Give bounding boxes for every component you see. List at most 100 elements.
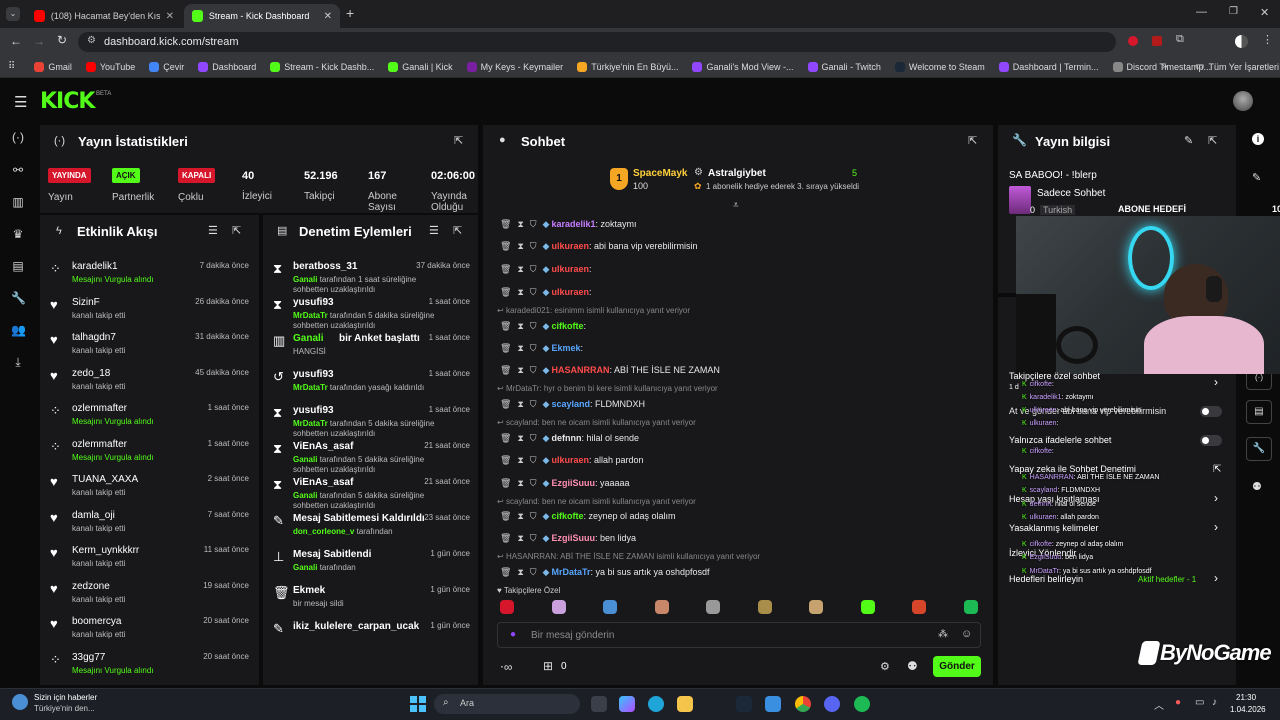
emote-icon[interactable]: [654, 600, 669, 614]
tab-youtube[interactable]: (108) Hacamat Bey'den Kıssadan ✕: [26, 4, 182, 28]
delete-icon[interactable]: 🗑: [500, 399, 511, 409]
bookmark-item[interactable]: My Keys - Keymailer: [460, 61, 571, 72]
trophy-icon[interactable]: ♛: [11, 227, 25, 241]
popout-icon[interactable]: ⇱: [1208, 134, 1217, 147]
link-icon[interactable]: ⚯: [11, 163, 25, 177]
chat-username[interactable]: scayland: [551, 399, 590, 409]
bookmark-item[interactable]: YouTube: [79, 61, 142, 72]
bookmark-item[interactable]: Gmail: [27, 61, 79, 72]
emote-icon[interactable]: [706, 600, 720, 614]
emote-only-setting[interactable]: Yalnızca ifadelerle sohbet: [1009, 435, 1111, 445]
timeout-icon[interactable]: ⧗: [517, 433, 523, 443]
bookmark-item[interactable]: Dashboard | Termin...: [992, 61, 1106, 72]
emote-icon[interactable]: [603, 600, 617, 614]
timeout-icon[interactable]: ⧗: [517, 241, 523, 251]
mic-tray-icon[interactable]: ●: [1175, 697, 1181, 708]
timeout-icon[interactable]: ⧗: [517, 478, 523, 488]
delete-icon[interactable]: 🗑: [500, 264, 511, 274]
timeout-icon[interactable]: ⧗: [517, 365, 523, 375]
bookmark-item[interactable]: Ganali's Mod View -...: [685, 61, 800, 72]
emote-icon[interactable]: [963, 600, 978, 614]
reload-icon[interactable]: ↻: [57, 33, 67, 47]
close-tab-icon[interactable]: ✕: [166, 11, 174, 22]
ban-icon[interactable]: ⛉: [530, 433, 537, 443]
delete-icon[interactable]: 🗑: [500, 321, 511, 331]
timeout-icon[interactable]: ⧗: [517, 511, 523, 521]
followers-chat-setting[interactable]: Takipçilere özel sohbet: [1009, 371, 1100, 381]
new-tab-button[interactable]: +: [346, 5, 354, 21]
minimize-icon[interactable]: —: [1196, 6, 1207, 18]
analytics-icon[interactable]: ▥: [11, 195, 25, 209]
device-rail-icon[interactable]: ▤: [1246, 400, 1272, 424]
start-button[interactable]: [410, 696, 426, 712]
ban-icon[interactable]: ⛉: [530, 241, 537, 251]
filter-icon[interactable]: ☰: [429, 224, 439, 237]
chat-username[interactable]: cifkofte: [551, 321, 583, 331]
chat-username[interactable]: ulkuraen: [551, 241, 589, 251]
edge-icon[interactable]: [648, 696, 664, 712]
tool-rail-icon[interactable]: 🔧: [1246, 437, 1272, 461]
community-icon[interactable]: 👥: [11, 323, 26, 337]
bookmark-item[interactable]: Welcome to Steam: [888, 61, 992, 72]
explorer-icon[interactable]: [677, 696, 693, 712]
delete-icon[interactable]: 🗑: [500, 287, 511, 297]
ban-icon[interactable]: ⛉: [530, 399, 537, 409]
ban-icon[interactable]: ⛉: [530, 343, 537, 353]
puzzle-icon[interactable]: ⧉: [1176, 33, 1184, 46]
bookmark-item[interactable]: Stream - Kick Dashb...: [263, 61, 381, 72]
delete-icon[interactable]: 🗑: [500, 511, 511, 521]
emote-icon[interactable]: [757, 600, 772, 614]
task-view-icon[interactable]: [591, 696, 607, 712]
delete-icon[interactable]: 🗑: [500, 455, 511, 465]
network-icon[interactable]: ▭: [1195, 697, 1204, 708]
gift-box-icon[interactable]: ⊞: [543, 659, 553, 673]
restore-icon[interactable]: ❐: [1229, 6, 1238, 17]
bookmark-item[interactable]: Çevir: [142, 61, 191, 72]
user-avatar[interactable]: [1233, 91, 1253, 111]
emote-icon[interactable]: [551, 600, 566, 614]
timeout-icon[interactable]: ⧗: [517, 343, 523, 353]
timeout-icon[interactable]: ⧗: [517, 455, 523, 465]
chat-username[interactable]: karadelik1: [551, 219, 595, 229]
delete-icon[interactable]: 🗑: [500, 567, 511, 577]
address-bar[interactable]: ⚙ dashboard.kick.com/stream: [78, 32, 1116, 52]
ai-moderation-setting[interactable]: Yapay zeka ile Sohbet Denetimi: [1009, 464, 1136, 474]
mic-icon[interactable]: ●: [510, 629, 516, 640]
chat-username[interactable]: ulkuraen: [551, 264, 589, 274]
spotify-icon[interactable]: [854, 696, 870, 712]
tab-list-icon[interactable]: ⌄: [6, 7, 20, 21]
upload-icon[interactable]: ⤓: [11, 355, 25, 369]
chat-username[interactable]: ulkuraen: [551, 455, 589, 465]
quick-emote-icon[interactable]: ⁂: [938, 629, 948, 640]
profile-avatar[interactable]: [1235, 35, 1248, 48]
popout-icon[interactable]: ⇱: [232, 224, 241, 237]
ban-icon[interactable]: ⛉: [530, 219, 537, 229]
chevron-right-icon[interactable]: ›: [1214, 375, 1218, 389]
goals-setting[interactable]: Hedefleri belirleyin: [1009, 574, 1083, 584]
kick-logo[interactable]: KICK: [40, 89, 95, 114]
forward-icon[interactable]: →: [33, 34, 45, 48]
chevron-right-icon[interactable]: ›: [1214, 491, 1218, 505]
send-button[interactable]: Gönder: [933, 656, 981, 677]
more-bookmarks-icon[interactable]: »: [1162, 61, 1168, 72]
chat-username[interactable]: MrDataTr: [551, 567, 590, 577]
chevron-right-icon[interactable]: ›: [1214, 520, 1218, 534]
toggle-switch[interactable]: [1200, 406, 1222, 417]
stream-live-icon[interactable]: (·): [11, 130, 25, 144]
community-rail-icon[interactable]: ⚉: [1252, 480, 1262, 493]
bookmark-item[interactable]: Türkiye'nin En Büyü...: [570, 61, 685, 72]
tab-kick-dashboard[interactable]: Stream - Kick Dashboard ✕: [184, 4, 340, 28]
delete-icon[interactable]: 🗑: [500, 241, 511, 251]
popout-icon[interactable]: ⇱: [968, 134, 977, 147]
delete-icon[interactable]: 🗑: [500, 219, 511, 229]
back-icon[interactable]: ←: [10, 34, 22, 48]
steam-icon[interactable]: [736, 696, 752, 712]
timeout-icon[interactable]: ⧗: [517, 287, 523, 297]
volume-icon[interactable]: ♪: [1212, 697, 1217, 708]
ban-icon[interactable]: ⛉: [530, 511, 537, 521]
timeout-icon[interactable]: ⧗: [517, 321, 523, 331]
ban-icon[interactable]: ⛉: [530, 287, 537, 297]
timeout-icon[interactable]: ⧗: [517, 264, 523, 274]
emote-icon[interactable]: [860, 600, 875, 614]
hamburger-menu-icon[interactable]: ☰: [14, 93, 27, 111]
